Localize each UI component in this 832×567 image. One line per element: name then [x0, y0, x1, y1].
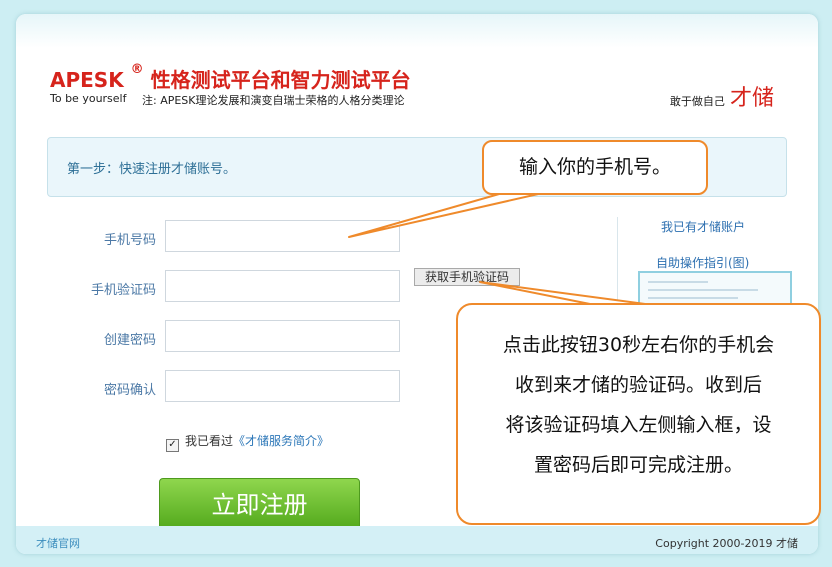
- phone-label: 手机号码: [103, 233, 156, 248]
- motto-big: 才储: [729, 86, 774, 111]
- code-callout-line: 收到来才储的验证码。收到后: [514, 374, 762, 396]
- password-label: 创建密码: [103, 333, 156, 348]
- logo-title: 性格测试平台和智力测试平台: [150, 68, 411, 92]
- step-text: 第一步：快速注册才储账号。: [67, 162, 237, 177]
- agree-checkbox[interactable]: ✓: [166, 439, 179, 452]
- logo-brand: APESK: [50, 68, 124, 92]
- confirm-password-input[interactable]: [165, 370, 400, 402]
- register-button[interactable]: 立即注册: [159, 478, 360, 530]
- official-site-link[interactable]: 才储官网: [36, 535, 80, 551]
- password-input[interactable]: [165, 320, 400, 352]
- tagline: To be yourself: [50, 92, 127, 105]
- code-callout-line: 点击此按钮30秒左右你的手机会: [502, 334, 775, 356]
- code-callout-line: 将该验证码填入左侧输入框，设: [505, 414, 772, 436]
- agree-text: 我已看过: [185, 434, 234, 448]
- have-account-link[interactable]: 我已有才储账户: [661, 218, 745, 235]
- phone-input[interactable]: [165, 220, 400, 252]
- top-band: [16, 14, 818, 48]
- site-logo[interactable]: APESK ® 性格测试平台和智力测试平台: [50, 62, 411, 93]
- verification-code-input[interactable]: [165, 270, 400, 302]
- copyright-text: Copyright 2000-2019 才储: [655, 537, 798, 550]
- get-code-button[interactable]: 获取手机验证码: [414, 268, 520, 286]
- motto: 敢于做自己 才储: [670, 80, 774, 112]
- phone-callout: 输入你的手机号。: [482, 140, 708, 195]
- agree-row: ✓ 我已看过《才储服务简介》: [166, 432, 329, 452]
- motto-small: 敢于做自己: [669, 95, 725, 108]
- confirm-password-label: 密码确认: [103, 383, 156, 398]
- footer: 才储官网 Copyright 2000-2019 才储: [16, 526, 818, 554]
- guide-link[interactable]: 自助操作指引(图): [656, 254, 749, 271]
- verification-code-label: 手机验证码: [90, 283, 156, 298]
- theory-note: 注: APESK理论发展和演变自瑞士荣格的人格分类理论: [142, 94, 405, 107]
- registered-mark: ®: [130, 62, 144, 77]
- code-callout: 点击此按钮30秒左右你的手机会 收到来才储的验证码。收到后 将该验证码填入左侧输…: [456, 303, 821, 525]
- code-callout-line: 置密码后即可完成注册。: [533, 454, 743, 476]
- service-terms-link[interactable]: 《才储服务简介》: [233, 434, 329, 448]
